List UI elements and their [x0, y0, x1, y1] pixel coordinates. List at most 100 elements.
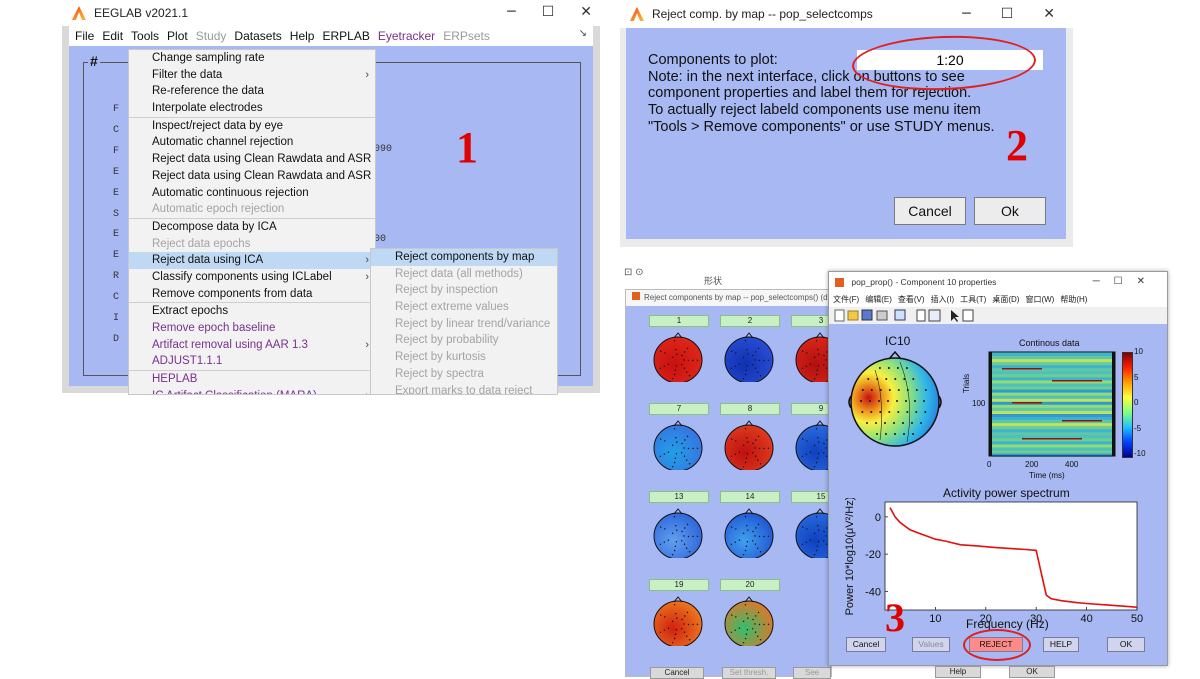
colorbar-tick: 10 [1134, 347, 1143, 356]
menu-item[interactable]: Classify components using ICLabel › [129, 269, 375, 286]
prop-menu-item[interactable]: 桌面(D) [992, 295, 1019, 304]
component-scalp-map[interactable] [649, 418, 707, 470]
cancel-button[interactable]: Cancel [894, 197, 966, 225]
menu-item[interactable]: Reject components by map [371, 249, 557, 266]
prop-menu-item[interactable]: 工具(T) [960, 295, 986, 304]
menu-item[interactable]: Reject by kurtosis [371, 349, 557, 366]
minimize-icon[interactable]: ─ [962, 6, 970, 22]
component-number-button[interactable]: 13 [649, 491, 709, 503]
prop-menu-item[interactable]: 帮助(H) [1060, 295, 1087, 304]
menu-item[interactable]: Remove components from data [129, 286, 375, 303]
menu-item-label: Classify components using ICLabel [152, 270, 332, 283]
menu-item-label: Interpolate electrodes [152, 102, 263, 115]
x-tick-label: 10 [929, 613, 941, 625]
select-comps-dialog: Reject comp. by map -- pop_selectcomps ─… [620, 0, 1073, 247]
component-number-button[interactable]: 20 [720, 579, 780, 591]
maximize-icon[interactable]: ☐ [542, 4, 555, 20]
maximize-icon[interactable]: ☐ [1001, 6, 1014, 22]
menubar-item[interactable]: ERPLAB [322, 29, 369, 43]
prop-menu-item[interactable]: 窗口(W) [1025, 295, 1054, 304]
menu-item[interactable]: Filter the data › [129, 67, 375, 84]
info-row-label: F [113, 145, 120, 157]
menu-item[interactable]: Interpolate electrodes [129, 100, 375, 117]
menu-item[interactable]: Automatic continuous rejection [129, 185, 375, 202]
menu-item[interactable]: Reject data using Clean Rawdata and ASR [129, 168, 375, 185]
component-number-button[interactable]: 8 [720, 403, 780, 415]
erpimage-xtick: 400 [1065, 460, 1079, 469]
y-tick-label: -20 [865, 549, 881, 561]
menubar-item[interactable]: Help [290, 29, 315, 43]
cursor-icon [951, 310, 959, 322]
menubar-item[interactable]: ERPsets [443, 29, 490, 43]
component-scalp-map[interactable] [720, 418, 778, 470]
menubar-item[interactable]: Eyetracker [378, 29, 435, 43]
dialog-body: Components to plot: Note: in the next in… [626, 28, 1066, 239]
erpimage-ylabel: Trials [962, 373, 972, 394]
dock-arrow-icon[interactable]: ↘ [579, 28, 587, 39]
component-scalp-map[interactable] [649, 594, 707, 646]
menu-item[interactable]: HEPLAB [129, 370, 375, 388]
menu-item[interactable]: IC Artifact Classification (MARA) › [129, 388, 375, 394]
prop-menu-item[interactable]: 查看(V) [898, 295, 925, 304]
grid-button[interactable]: Cancel [650, 667, 704, 679]
prop-values-button[interactable]: Values [912, 637, 950, 652]
component-number-button[interactable]: 14 [720, 491, 780, 503]
component-scalp-map[interactable] [649, 506, 707, 558]
toolbar-icons[interactable] [829, 307, 989, 324]
menu-item[interactable]: Reject extreme values [371, 299, 557, 316]
component-scalp-map[interactable] [649, 330, 707, 382]
component-scalp-map[interactable] [720, 506, 778, 558]
menubar-item[interactable]: Tools [131, 29, 159, 43]
component-scalp-map[interactable] [720, 330, 778, 382]
menu-item[interactable]: Export marks to data reject [371, 383, 557, 395]
menu-item[interactable]: Automatic channel rejection [129, 134, 375, 151]
close-icon[interactable]: ✕ [580, 4, 592, 20]
menu-item[interactable]: ADJUST1.1.1 [129, 353, 375, 370]
menu-item[interactable]: Reject data epochs [129, 236, 375, 253]
menu-item[interactable]: Re-reference the data [129, 83, 375, 100]
prop-menu-item[interactable]: 插入(I) [931, 295, 955, 304]
close-icon[interactable]: ✕ [1043, 6, 1055, 22]
prop-menubar: 文件(F) 编辑(E) 查看(V) 插入(I) 工具(T) 桌面(D) 窗口(W) 帮助(H) [829, 292, 1167, 307]
prop-menu-item[interactable]: 编辑(E) [865, 295, 892, 304]
ok-button[interactable]: Ok [974, 197, 1046, 225]
menu-item[interactable]: Reject data (all methods) [371, 266, 557, 283]
grid-button[interactable]: See comp. [793, 667, 831, 679]
menu-item-label: Automatic channel rejection [152, 136, 294, 149]
menu-item[interactable]: Reject by inspection [371, 282, 557, 299]
component-number-button[interactable]: 2 [720, 315, 780, 327]
prop-toolbar [829, 307, 1167, 325]
component-number-button[interactable]: 19 [649, 579, 709, 591]
grid-button[interactable]: Set thresh. [722, 667, 776, 679]
component-number-button[interactable]: 1 [649, 315, 709, 327]
prop-help-button[interactable]: HELP [1043, 637, 1079, 652]
menu-item[interactable]: Reject data using Clean Rawdata and ASR [129, 151, 375, 168]
menubar-item[interactable]: Datasets [234, 29, 281, 43]
menu-item[interactable]: Reject data using ICA › [129, 252, 375, 269]
menubar-item[interactable]: Edit [102, 29, 123, 43]
menu-item[interactable]: Automatic epoch rejection [129, 201, 375, 218]
minimize-icon[interactable]: ─ [507, 4, 515, 20]
grid-button[interactable]: Help [935, 666, 981, 678]
component-topomap [848, 350, 942, 447]
menu-item[interactable]: Decompose data by ICA [129, 217, 375, 236]
menu-item[interactable]: Change sampling rate [129, 50, 375, 67]
component-scalp-map[interactable] [720, 594, 778, 646]
menu-item[interactable]: Reject by probability [371, 332, 557, 349]
grid-button[interactable]: OK [1009, 666, 1055, 678]
menu-item[interactable]: Reject by linear trend/variance [371, 316, 557, 333]
menu-item[interactable]: Artifact removal using AAR 1.3 › [129, 337, 375, 354]
menu-item[interactable]: Reject by spectra [371, 366, 557, 383]
prop-cancel-button[interactable]: Cancel [846, 637, 886, 652]
menubar-item[interactable]: File [75, 29, 94, 43]
menubar-item[interactable]: Plot [167, 29, 188, 43]
component-number-button[interactable]: 7 [649, 403, 709, 415]
menu-item[interactable]: Remove epoch baseline [129, 320, 375, 337]
menu-item[interactable]: Inspect/reject data by eye [129, 116, 375, 135]
window-controls[interactable]: ─☐✕ [1093, 272, 1159, 292]
menubar-item[interactable]: Study [196, 29, 227, 43]
prop-ok-button[interactable]: OK [1107, 637, 1145, 652]
colorbar [1122, 352, 1133, 458]
prop-menu-item[interactable]: 文件(F) [833, 295, 859, 304]
menu-item[interactable]: Extract epochs [129, 302, 375, 320]
